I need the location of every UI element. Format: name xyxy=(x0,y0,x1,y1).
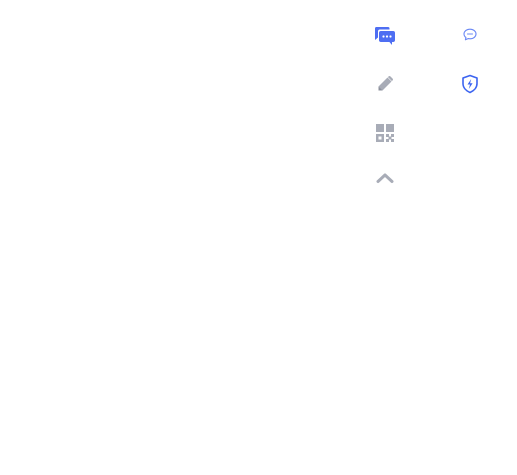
security-button[interactable] xyxy=(450,66,490,102)
chat-button[interactable] xyxy=(365,18,405,54)
qr-code-icon xyxy=(376,124,394,142)
pencil-icon xyxy=(378,76,393,91)
qr-code-button[interactable] xyxy=(365,115,405,151)
message-button[interactable] xyxy=(450,16,490,52)
shield-lightning-icon xyxy=(462,74,478,94)
page xyxy=(0,0,517,475)
back-to-top-button[interactable] xyxy=(365,160,405,196)
chevron-up-icon xyxy=(376,173,394,183)
feedback-button[interactable] xyxy=(365,66,405,102)
speech-bubble-icon xyxy=(463,28,477,40)
chat-bubbles-icon xyxy=(374,27,395,45)
